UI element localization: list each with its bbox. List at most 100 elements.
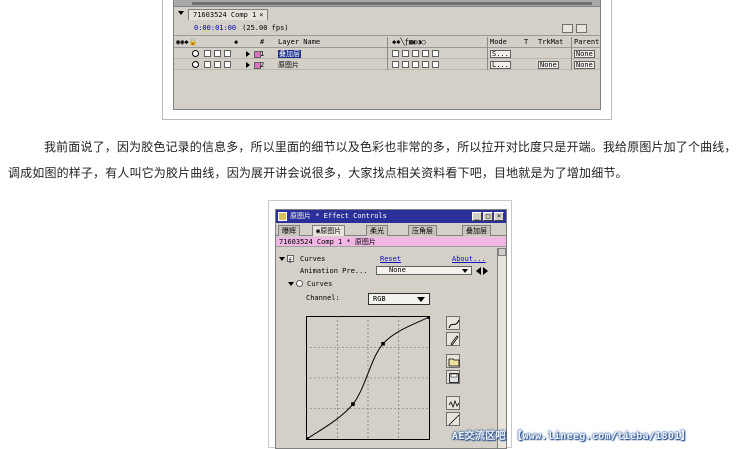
layer-name-header[interactable]: Layer Name: [278, 37, 320, 47]
frame-blend-switch[interactable]: [422, 61, 429, 68]
effect-name: Curves: [300, 255, 326, 263]
mode-value: S...: [490, 50, 511, 58]
column-divider: [571, 37, 572, 70]
eye-icon[interactable]: [192, 50, 199, 57]
pencil-tool[interactable]: [446, 332, 460, 346]
comp-path-bar: 71603524 Comp 1 * 原图片: [276, 237, 506, 247]
tab-soft-light[interactable]: 柔光: [366, 225, 388, 236]
effect-switch[interactable]: [412, 50, 419, 57]
previous-preset-icon[interactable]: [476, 267, 481, 275]
solo-toggle[interactable]: [214, 61, 221, 68]
trkmat-dropdown[interactable]: None: [538, 60, 559, 70]
timeline-scrollbar[interactable]: [192, 2, 592, 5]
tab-overlay-layer[interactable]: 叠加层: [462, 225, 491, 236]
tab-original-image[interactable]: ◉原图片: [312, 225, 346, 236]
timecode-display[interactable]: 0:00:01:00 (25.00 fps): [194, 24, 289, 32]
shy-switch[interactable]: [392, 61, 399, 68]
reset-link[interactable]: Reset: [380, 254, 401, 264]
audio-toggle[interactable]: [204, 50, 211, 57]
layer-number: 1: [260, 50, 265, 58]
expand-triangle-icon[interactable]: [246, 62, 250, 68]
mode-dropdown[interactable]: S...: [490, 49, 511, 59]
panel-menu-arrow-icon[interactable]: [178, 11, 184, 15]
av-switches-header: ◉◉◆🔒: [176, 38, 198, 46]
effect-switch[interactable]: [412, 61, 419, 68]
lock-toggle[interactable]: [224, 61, 231, 68]
next-preset-icon[interactable]: [483, 267, 488, 275]
maximize-button[interactable]: □: [483, 212, 493, 221]
parent-value: None: [574, 50, 595, 58]
collapse-triangle-icon[interactable]: [279, 257, 285, 261]
curves-group-label: Curves: [307, 280, 333, 288]
comp-tab[interactable]: 71603524 Comp 1 ×: [188, 9, 269, 20]
curve-tool-icon: [448, 319, 460, 329]
layer-number: 2: [260, 61, 265, 69]
save-curve-button[interactable]: [446, 370, 460, 384]
curves-graph-svg[interactable]: [306, 316, 430, 440]
switches-header: ◆✱╲ƒ▩◐◑◯: [392, 38, 426, 46]
draft-3d-icon[interactable]: [576, 24, 587, 33]
scroll-up-arrow-icon[interactable]: [498, 248, 506, 256]
layer-name[interactable]: 原图片: [278, 60, 299, 70]
window-title-bar[interactable]: 原图片 * Effect Controls _ □ ×: [276, 210, 506, 223]
close-icon[interactable]: ×: [259, 11, 263, 19]
smooth-curve-button[interactable]: [446, 396, 460, 410]
quality-switch[interactable]: [402, 61, 409, 68]
timeline-tab-row: 71603524 Comp 1 ×: [174, 8, 600, 21]
curve-control-point[interactable]: [381, 341, 385, 346]
parent-dropdown[interactable]: None: [574, 60, 595, 70]
timeline-top-strip: [174, 0, 600, 7]
frame-blend-switch[interactable]: [422, 50, 429, 57]
stopwatch-icon[interactable]: [296, 280, 303, 287]
animation-presets-dropdown[interactable]: None: [376, 266, 472, 275]
animation-presets-label: Animation Pre...: [300, 267, 368, 275]
shy-switch[interactable]: [392, 50, 399, 57]
lock-toggle[interactable]: [224, 50, 231, 57]
channel-dropdown[interactable]: RGB: [368, 293, 430, 305]
mode-header: Mode: [490, 38, 507, 46]
tab-exposure[interactable]: 曝辉: [278, 225, 300, 236]
parent-value: None: [574, 61, 595, 69]
motion-blur-switch[interactable]: [432, 61, 439, 68]
expand-triangle-icon[interactable]: [246, 51, 250, 57]
timeline-screenshot-frame: 71603524 Comp 1 × 0:00:01:00 (25.00 fps) ◉…: [162, 0, 612, 120]
audio-toggle[interactable]: [204, 61, 211, 68]
curve-control-point[interactable]: [351, 402, 355, 406]
open-curve-button[interactable]: [446, 354, 460, 368]
curve-control-point[interactable]: [306, 437, 309, 440]
layer-name[interactable]: 叠加层: [278, 49, 301, 59]
motion-blur-switch[interactable]: [432, 50, 439, 57]
vertical-scrollbar[interactable]: [497, 248, 506, 448]
collapse-triangle-icon[interactable]: [288, 282, 294, 286]
effect-header-row: f Curves Reset About...: [276, 254, 496, 265]
minimize-button[interactable]: _: [472, 212, 482, 221]
curve-control-point[interactable]: [427, 316, 430, 319]
effect-controls-content: f Curves Reset About... Animation Pre...…: [276, 248, 496, 448]
chevron-down-icon: [462, 269, 468, 273]
reset-linear-button[interactable]: [446, 412, 460, 426]
about-link[interactable]: About...: [452, 254, 486, 264]
effect-controls-screenshot-frame: 原图片 * Effect Controls _ □ × 曝辉 ◉原图片 柔光 压…: [268, 200, 512, 449]
close-button[interactable]: ×: [494, 212, 504, 221]
article-paragraph: 我前面说了，因为胶色记录的信息多，所以里面的细节以及色彩也非常的多，所以拉开对比…: [8, 134, 746, 186]
fps-readout: (25.00 fps): [242, 24, 289, 32]
quality-switch[interactable]: [402, 50, 409, 57]
parent-dropdown[interactable]: None: [574, 49, 595, 59]
trkmat-value: None: [538, 61, 559, 69]
comp-flowchart-icon[interactable]: [562, 24, 573, 33]
chevron-down-icon: [417, 297, 425, 302]
fx-toggle[interactable]: f: [287, 255, 294, 265]
parent-header: Parent: [574, 38, 600, 46]
mode-dropdown[interactable]: L...: [490, 60, 511, 70]
number-header: #: [260, 38, 265, 46]
solo-toggle[interactable]: [214, 50, 221, 57]
timecode: 0:00:01:00: [194, 24, 237, 32]
curves-graph[interactable]: [306, 316, 430, 440]
smooth-wave-icon: [448, 399, 460, 409]
animation-presets-row: Animation Pre... None: [276, 266, 496, 276]
trkmat-header: TrkMat: [538, 38, 564, 46]
tab-vignette-layer[interactable]: 压角层: [408, 225, 437, 236]
eye-icon[interactable]: [192, 61, 199, 68]
bezier-curve-tool[interactable]: [446, 316, 460, 330]
channel-label: Channel:: [306, 294, 340, 302]
